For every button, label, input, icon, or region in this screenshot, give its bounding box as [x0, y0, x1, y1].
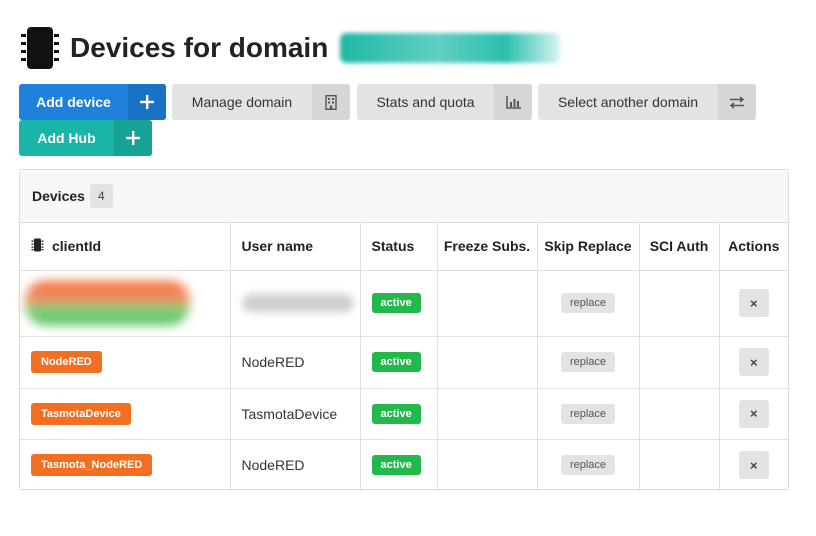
status-badge: active	[371, 403, 421, 424]
building-icon	[312, 84, 350, 120]
user-name-cell: NodeRED	[230, 336, 361, 389]
manage-domain-button[interactable]: Manage domain	[172, 84, 350, 120]
freeze-subs-cell	[437, 439, 538, 491]
actions-cell: ×	[719, 388, 788, 440]
column-header-skip-replace[interactable]: Skip Replace	[537, 223, 640, 271]
select-domain-button[interactable]: Select another domain	[538, 84, 756, 120]
table-row: NodeRED NodeRED active replace ×	[20, 336, 788, 389]
status-badge: active	[371, 293, 421, 313]
swap-arrows-icon	[718, 84, 756, 120]
devices-panel: Devices 4 clientId User name Status Free…	[19, 169, 789, 491]
plus-icon	[128, 84, 166, 120]
column-header-status[interactable]: Status	[360, 223, 438, 271]
skip-replace-cell: replace	[537, 439, 640, 491]
actions-cell: ×	[719, 270, 788, 337]
sci-auth-cell	[639, 336, 720, 389]
status-cell: active	[360, 336, 438, 389]
column-header-sci-auth[interactable]: SCI Auth	[639, 223, 720, 271]
column-header-actions: Actions	[719, 223, 788, 271]
domain-name-redacted	[340, 33, 561, 63]
client-id-cell: TasmotaDevice	[20, 388, 231, 440]
stats-quota-button[interactable]: Stats and quota	[357, 84, 532, 120]
client-id-cell: Tasmota_NodeRED	[20, 439, 231, 491]
user-name-cell	[230, 270, 361, 337]
client-id-tag[interactable]: TasmotaDevice	[31, 402, 131, 425]
delete-device-button[interactable]: ×	[738, 348, 769, 376]
bar-chart-icon	[494, 84, 532, 120]
select-domain-label: Select another domain	[557, 94, 699, 110]
page-header: Devices for domain	[19, 26, 561, 70]
client-id-cell	[20, 270, 231, 337]
replace-tag: replace	[560, 455, 616, 476]
table-row: active replace ×	[20, 270, 788, 337]
add-device-label: Add device	[36, 94, 111, 110]
device-count-badge: 4	[89, 184, 113, 208]
user-name-cell: NodeRED	[230, 439, 361, 491]
actions-cell: ×	[719, 336, 788, 389]
page-title: Devices for domain	[70, 32, 329, 63]
delete-device-button[interactable]: ×	[738, 451, 769, 480]
sci-auth-cell	[639, 439, 720, 491]
sci-auth-cell	[639, 388, 720, 440]
status-cell: active	[360, 270, 438, 337]
actions-cell: ×	[719, 439, 788, 491]
table-row: Tasmota_NodeRED NodeRED active replace ×	[20, 439, 788, 491]
status-badge: active	[371, 352, 421, 372]
chip-icon	[19, 26, 61, 70]
client-id-tag[interactable]: Tasmota_NodeRED	[31, 454, 153, 477]
plus-icon	[114, 120, 152, 156]
stats-quota-label: Stats and quota	[376, 94, 475, 110]
status-cell: active	[360, 388, 438, 440]
add-hub-label: Add Hub	[37, 130, 96, 146]
manage-domain-label: Manage domain	[191, 94, 293, 110]
client-id-redacted	[25, 281, 190, 325]
column-label: clientId	[52, 238, 102, 255]
freeze-subs-cell	[437, 388, 538, 440]
skip-replace-cell: replace	[537, 388, 640, 440]
devices-table: clientId User name Status Freeze Subs. S…	[20, 223, 788, 491]
client-id-cell: NodeRED	[20, 336, 231, 389]
delete-device-button[interactable]: ×	[738, 289, 769, 317]
freeze-subs-cell	[437, 336, 538, 389]
table-header-row: clientId User name Status Freeze Subs. S…	[20, 223, 788, 271]
user-name-cell: TasmotaDevice	[230, 388, 361, 440]
client-id-tag[interactable]: NodeRED	[31, 351, 102, 373]
column-header-freeze-subs[interactable]: Freeze Subs.	[437, 223, 538, 271]
panel-header: Devices 4	[20, 170, 788, 223]
panel-title: Devices	[32, 188, 85, 204]
add-device-button[interactable]: Add device	[19, 84, 166, 120]
column-header-username[interactable]: User name	[230, 223, 361, 271]
status-cell: active	[360, 439, 438, 491]
add-hub-button[interactable]: Add Hub	[19, 120, 152, 156]
table-row: TasmotaDevice TasmotaDevice active repla…	[20, 388, 788, 440]
page: Devices for domain Add device Manage dom…	[0, 0, 816, 536]
skip-replace-cell: replace	[537, 270, 640, 337]
skip-replace-cell: replace	[537, 336, 640, 389]
sci-auth-cell	[639, 270, 720, 337]
user-name-redacted	[241, 294, 354, 312]
column-header-clientid[interactable]: clientId	[20, 223, 231, 271]
replace-tag: replace	[560, 293, 616, 313]
freeze-subs-cell	[437, 270, 538, 337]
status-badge: active	[371, 455, 421, 476]
replace-tag: replace	[560, 403, 616, 424]
delete-device-button[interactable]: ×	[738, 399, 769, 428]
chip-icon	[31, 238, 44, 255]
replace-tag: replace	[560, 352, 616, 372]
